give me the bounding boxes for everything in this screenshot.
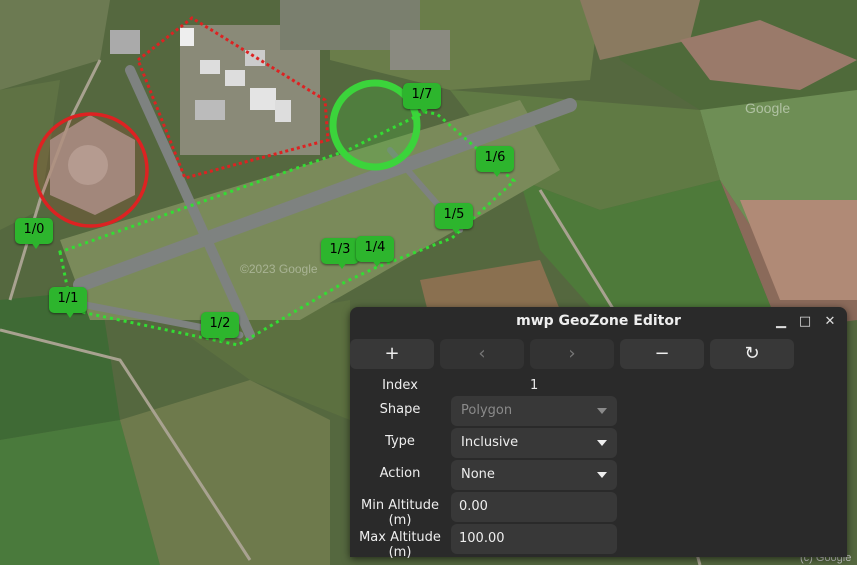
marker-label: 1/6 [484, 150, 506, 165]
max-altitude-input[interactable]: 100.00 [451, 524, 617, 554]
zone-point-marker[interactable]: 1/4 [356, 236, 394, 267]
add-zone-button[interactable]: + [350, 339, 434, 369]
zone-point-marker[interactable]: 1/0 [15, 218, 53, 249]
exclusive-circle-zone[interactable] [33, 112, 149, 228]
max-altitude-row: Max Altitude (m) 100.00 [350, 523, 847, 560]
type-row: Type Inclusive [350, 427, 847, 459]
index-label: Index [382, 378, 418, 393]
type-value: Inclusive [461, 435, 519, 450]
min-altitude-input[interactable]: 0.00 [451, 492, 617, 522]
marker-label: 1/5 [443, 207, 465, 222]
shape-dropdown[interactable]: Polygon [451, 396, 617, 426]
max-altitude-value: 100.00 [459, 531, 505, 546]
close-button[interactable]: ✕ [819, 311, 841, 333]
dialog-toolbar: + ‹ › − ↻ [350, 338, 847, 370]
chevron-down-icon [597, 472, 607, 478]
refresh-button[interactable]: ↻ [710, 339, 794, 369]
zone-point-marker[interactable]: 1/1 [49, 287, 87, 318]
marker-label: 1/7 [411, 87, 433, 102]
zone-point-marker[interactable]: 1/6 [476, 146, 514, 177]
min-altitude-row: Min Altitude (m) 0.00 [350, 491, 847, 528]
type-dropdown[interactable]: Inclusive [451, 428, 617, 458]
zone-point-marker[interactable]: 1/2 [201, 312, 239, 343]
chevron-down-icon [597, 440, 607, 446]
shape-label: Shape [379, 402, 421, 417]
next-zone-button[interactable]: › [530, 339, 614, 369]
shape-value: Polygon [461, 403, 513, 418]
action-dropdown[interactable]: None [451, 460, 617, 490]
watermark-copyright: ©2023 Google [240, 262, 318, 276]
zone-point-marker[interactable]: 1/3 [321, 238, 359, 269]
chevron-down-icon [597, 408, 607, 414]
geozone-editor-dialog: mwp GeoZone Editor ▁ □ ✕ + ‹ › − ↻ Index… [350, 307, 847, 560]
marker-label: 1/2 [209, 316, 231, 331]
action-label: Action [379, 466, 421, 481]
zone-point-marker[interactable]: 1/5 [435, 203, 473, 234]
marker-label: 1/4 [364, 240, 386, 255]
watermark-google: Google [745, 100, 791, 116]
dialog-titlebar[interactable]: mwp GeoZone Editor ▁ □ ✕ [350, 307, 847, 337]
marker-label: 1/1 [57, 291, 79, 306]
marker-label: 1/3 [329, 242, 351, 257]
marker-label: 1/0 [23, 222, 45, 237]
index-value: 1 [530, 378, 539, 393]
shape-row: Shape Polygon [350, 395, 847, 427]
minimize-button[interactable]: ▁ [770, 311, 792, 333]
min-altitude-value: 0.00 [459, 499, 488, 514]
previous-zone-button[interactable]: ‹ [440, 339, 524, 369]
action-row: Action None [350, 459, 847, 491]
max-altitude-label: Max Altitude (m) [359, 530, 441, 560]
type-label: Type [385, 434, 415, 449]
remove-zone-button[interactable]: − [620, 339, 704, 369]
maximize-button[interactable]: □ [794, 311, 816, 333]
action-value: None [461, 467, 495, 482]
zone-point-marker[interactable]: 1/7 [403, 83, 441, 114]
